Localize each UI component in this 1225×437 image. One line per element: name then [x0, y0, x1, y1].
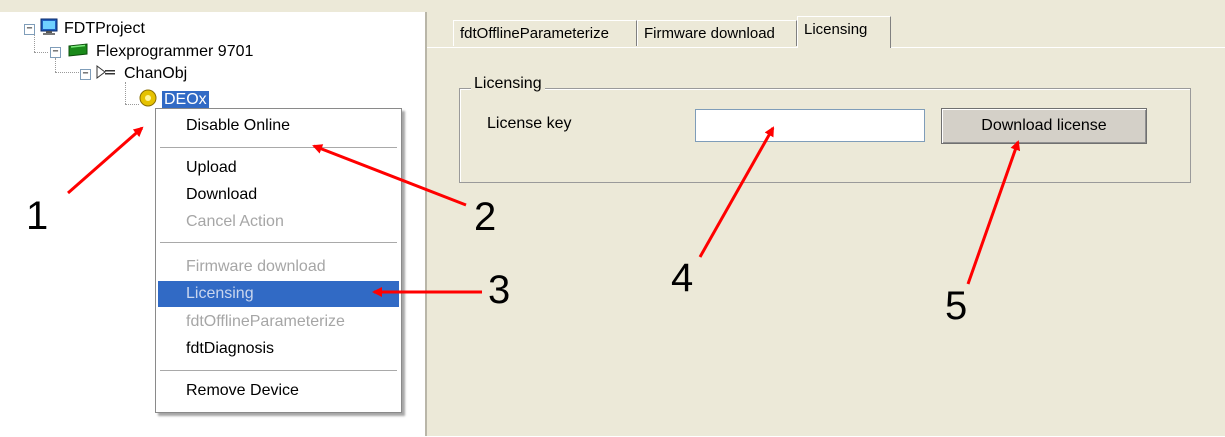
computer-icon [40, 18, 58, 41]
tab-fdtofflineparameterize[interactable]: fdtOfflineParameterize [453, 20, 637, 46]
tree-connector [34, 34, 35, 52]
menu-item-fdtdiagnosis[interactable]: fdtDiagnosis [158, 336, 399, 362]
menu-item-disable-online[interactable]: Disable Online [158, 113, 399, 139]
tree-node-label: FDTProject [64, 20, 145, 37]
menu-item-firmware-download[interactable]: Firmware download [158, 254, 399, 280]
license-key-input[interactable] [695, 109, 925, 142]
annotation-number: 5 [945, 284, 968, 328]
menu-separator [160, 370, 397, 372]
annotation-number: 2 [474, 195, 497, 239]
tree-node-label-selected: DEOx [162, 91, 209, 109]
menu-item-remove-device[interactable]: Remove Device [158, 378, 399, 404]
license-key-label: License key [487, 115, 572, 132]
tab-strip: fdtOfflineParameterize Firmware download… [427, 12, 1225, 48]
tab-licensing[interactable]: Licensing [797, 16, 891, 48]
tree-node-flexprogrammer[interactable]: Flexprogrammer 9701 [66, 42, 255, 62]
context-menu: Disable Online Upload Download Cancel Ac… [155, 108, 402, 413]
annotation-number: 4 [671, 256, 694, 300]
menu-item-upload[interactable]: Upload [158, 155, 399, 181]
download-license-button[interactable]: Download license [941, 108, 1147, 144]
tree-node-deox[interactable]: DEOx [138, 89, 209, 110]
licensing-group-title: Licensing [471, 75, 545, 93]
menu-item-download[interactable]: Download [158, 182, 399, 208]
collapse-toggle-icon[interactable]: − [50, 47, 61, 58]
annotation-number: 1 [26, 194, 49, 238]
channel-connector-icon [94, 64, 118, 85]
tree-node-label: ChanObj [124, 65, 188, 82]
menu-item-fdtofflineparameterize[interactable]: fdtOfflineParameterize [158, 309, 399, 335]
tab-firmware-download[interactable]: Firmware download [637, 20, 797, 46]
annotation-number: 3 [488, 268, 511, 312]
tree-connector [34, 52, 48, 53]
menu-item-licensing[interactable]: Licensing [158, 281, 399, 307]
menu-separator [160, 242, 397, 244]
collapse-toggle-icon[interactable]: − [80, 69, 91, 80]
device-window: fdtOfflineParameterize Firmware download… [427, 12, 1225, 436]
tree-connector [125, 104, 139, 105]
menu-item-cancel-action[interactable]: Cancel Action [158, 209, 399, 235]
flexprogrammer-device-icon [66, 42, 90, 62]
tree-node-label: Flexprogrammer 9701 [96, 43, 254, 60]
window-top-strip [0, 0, 1225, 12]
collapse-toggle-icon[interactable]: − [24, 24, 35, 35]
tree-node-chanobj[interactable]: ChanObj [94, 64, 189, 84]
menu-separator [160, 147, 397, 149]
tree-node-fdtproject[interactable]: FDTProject [40, 18, 147, 41]
tree-connector [55, 58, 56, 72]
tree-connector [125, 82, 126, 104]
